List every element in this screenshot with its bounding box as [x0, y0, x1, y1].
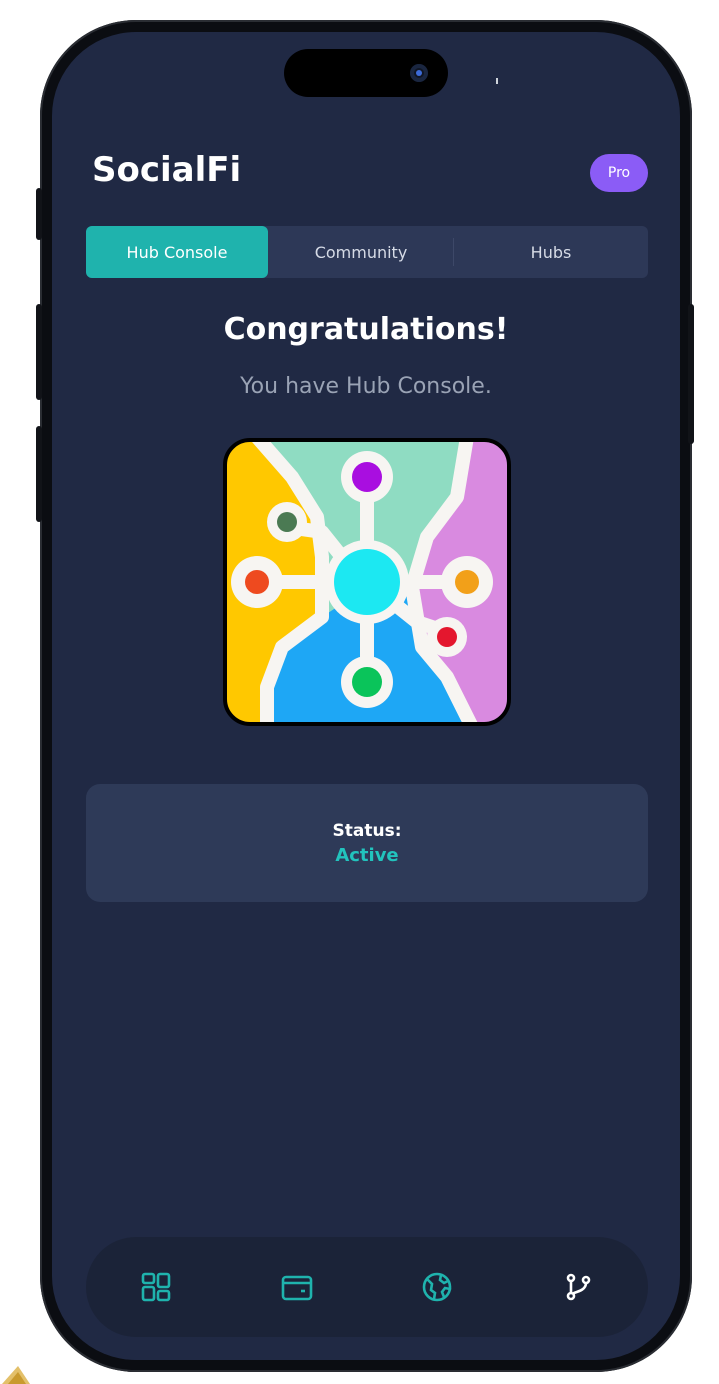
git-branch-icon [566, 1273, 591, 1301]
globe-icon [422, 1272, 452, 1302]
status-label: Status: [332, 820, 402, 841]
nav-dashboard[interactable] [134, 1265, 178, 1309]
congrats-heading: Congratulations! [223, 312, 509, 347]
volume-up-button [36, 304, 42, 400]
coin-decoration [2, 1366, 30, 1384]
tab-hubs[interactable]: Hubs [454, 226, 648, 278]
tab-community[interactable]: Community [268, 226, 454, 278]
app-title: SocialFi [92, 150, 242, 190]
nav-branch[interactable] [556, 1265, 600, 1309]
wallet-icon [281, 1275, 313, 1301]
tab-community-label: Community [314, 242, 408, 262]
congrats-subheading: You have Hub Console. [240, 374, 492, 399]
tab-hub-console[interactable]: Hub Console [86, 226, 268, 278]
tab-bar: Hub Console Community Hubs [86, 226, 648, 278]
pro-badge[interactable]: Pro [590, 154, 648, 192]
volume-down-button [36, 426, 42, 522]
status-value: Active [335, 844, 399, 866]
dashboard-grid-icon [141, 1272, 171, 1302]
camera-icon [410, 64, 428, 82]
hub-network-icon [223, 438, 511, 726]
dynamic-island [284, 49, 448, 97]
app-screen: SocialFi Pro Hub Console Community Hubs … [52, 32, 680, 1360]
status-indicator [496, 78, 498, 84]
action-button [36, 188, 42, 240]
bottom-nav [86, 1237, 648, 1337]
nav-wallet[interactable] [275, 1265, 319, 1309]
status-card: Status: Active [86, 784, 648, 902]
power-button [688, 304, 694, 444]
nav-globe[interactable] [415, 1265, 459, 1309]
